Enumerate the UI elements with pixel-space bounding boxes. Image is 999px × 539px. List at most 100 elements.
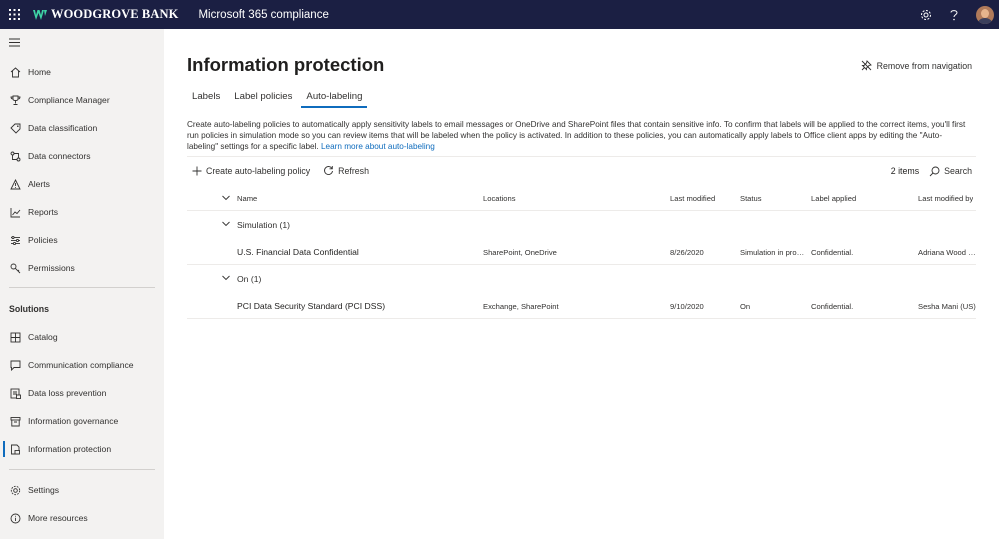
nav-label: Information governance [28, 416, 119, 426]
nav-label: Compliance Manager [28, 95, 110, 105]
solutions-heading: Solutions [9, 304, 50, 314]
table-row[interactable]: PCI Data Security Standard (PCI DSS) Exc… [187, 293, 976, 319]
help-icon[interactable] [940, 0, 968, 29]
nav-item-home[interactable]: Home [0, 59, 164, 85]
column-header-last-modified[interactable]: Last modified [670, 194, 715, 203]
alert-icon [8, 177, 22, 191]
brand-logo[interactable]: WOODGROVE BANK [33, 7, 178, 22]
nav-label: Catalog [28, 332, 58, 342]
chevron-down-icon[interactable] [222, 275, 230, 281]
nav-label: More resources [28, 513, 88, 523]
info-icon [8, 511, 22, 525]
column-header-label-applied[interactable]: Label applied [811, 194, 856, 203]
policy-last-modified: 9/10/2020 [670, 302, 704, 311]
nav-label: Alerts [28, 179, 50, 189]
group-title: Simulation (1) [237, 220, 291, 230]
app-launcher-icon[interactable] [1, 0, 27, 29]
unpin-icon [861, 60, 877, 71]
policy-name[interactable]: PCI Data Security Standard (PCI DSS) [237, 301, 467, 311]
lock-doc-icon [8, 442, 22, 456]
policy-last-modified: 8/26/2020 [670, 248, 704, 257]
settings-gear-icon[interactable] [912, 0, 940, 29]
left-navigation: Home Compliance Manager Data classificat… [0, 29, 164, 539]
nav-label: Data loss prevention [28, 388, 107, 398]
tab-labels[interactable]: Labels [187, 91, 225, 108]
group-title: On (1) [237, 274, 262, 284]
search-button[interactable]: Search [929, 166, 972, 177]
tab-label-policies[interactable]: Label policies [229, 91, 297, 108]
trophy-icon [8, 93, 22, 107]
nav-item-data-connectors[interactable]: Data connectors [0, 143, 164, 169]
policy-last-modified-by: Sesha Mani (US) [918, 302, 976, 311]
column-header-locations[interactable]: Locations [483, 194, 516, 203]
table-header: Name Locations Last modified Status Labe… [187, 186, 976, 211]
group-header-simulation[interactable]: Simulation (1) [187, 211, 976, 239]
policies-icon [8, 233, 22, 247]
column-header-last-modified-by[interactable]: Last modified by [918, 194, 973, 203]
brand-name: WOODGROVE BANK [51, 7, 179, 21]
refresh-button[interactable]: Refresh [318, 165, 369, 176]
key-icon [8, 261, 22, 275]
connector-icon [8, 149, 22, 163]
nav-item-catalog[interactable]: Catalog [0, 324, 164, 350]
catalog-icon [8, 330, 22, 344]
page-description: Create auto-labeling policies to automat… [187, 119, 972, 152]
nav-item-alerts[interactable]: Alerts [0, 171, 164, 197]
nav-item-communication-compliance[interactable]: Communication compliance [0, 352, 164, 378]
policy-last-modified-by: Adriana Wood (... [918, 248, 976, 257]
policy-locations: SharePoint, OneDrive [483, 248, 557, 257]
nav-label: Permissions [28, 263, 75, 273]
nav-item-information-governance[interactable]: Information governance [0, 408, 164, 434]
tab-list: Labels Label policies Auto-labeling [187, 91, 371, 108]
nav-label: Reports [28, 207, 59, 217]
nav-item-compliance-manager[interactable]: Compliance Manager [0, 87, 164, 113]
nav-item-reports[interactable]: Reports [0, 199, 164, 225]
nav-item-permissions[interactable]: Permissions [0, 255, 164, 281]
hamburger-menu-icon[interactable] [9, 38, 20, 47]
chevron-down-icon[interactable] [222, 221, 230, 227]
nav-label: Information protection [28, 444, 112, 454]
nav-item-data-loss-prevention[interactable]: Data loss prevention [0, 380, 164, 406]
page-title: Information protection [187, 54, 385, 75]
policy-status: On [740, 302, 751, 311]
nav-item-settings[interactable]: Settings [0, 477, 164, 503]
command-bar: Create auto-labeling policy Refresh 2 it… [187, 156, 976, 184]
home-icon [8, 65, 22, 79]
nav-label: Home [28, 67, 51, 77]
nav-label: Data connectors [28, 151, 91, 161]
learn-more-link[interactable]: Learn more about auto-labeling [321, 142, 435, 151]
policies-table: Name Locations Last modified Status Labe… [187, 186, 976, 319]
group-header-on[interactable]: On (1) [187, 265, 976, 293]
policy-name[interactable]: U.S. Financial Data Confidential [237, 247, 467, 257]
nav-item-information-protection[interactable]: Information protection [0, 436, 164, 462]
policy-label-applied: Confidential. [811, 302, 854, 311]
nav-label: Settings [28, 485, 60, 495]
app-title[interactable]: Microsoft 365 compliance [198, 9, 328, 21]
column-header-status[interactable]: Status [740, 194, 762, 203]
description-text: Create auto-labeling policies to automat… [187, 120, 966, 151]
nav-item-data-classification[interactable]: Data classification [0, 115, 164, 141]
create-policy-label: Create auto-labeling policy [206, 165, 311, 176]
remove-from-navigation-label: Remove from navigation [876, 60, 972, 71]
remove-from-navigation-button[interactable]: Remove from navigation [861, 60, 972, 71]
user-avatar[interactable] [976, 5, 994, 24]
policy-status: Simulation in progr... [740, 248, 808, 257]
policy-label-applied: Confidential. [811, 248, 854, 257]
dlp-icon [8, 386, 22, 400]
nav-label: Data classification [28, 123, 98, 133]
collapse-all-chevron-icon[interactable] [222, 195, 230, 201]
nav-item-more-resources[interactable]: More resources [0, 505, 164, 531]
search-label: Search [944, 166, 972, 176]
main-content: Information protection Remove from navig… [164, 29, 999, 539]
column-header-name[interactable]: Name [237, 194, 257, 203]
chat-icon [8, 358, 22, 372]
table-row[interactable]: U.S. Financial Data Confidential SharePo… [187, 239, 976, 265]
search-icon [929, 166, 944, 177]
woodgrove-logo-icon [33, 9, 47, 20]
policy-locations: Exchange, SharePoint [483, 302, 559, 311]
nav-item-policies[interactable]: Policies [0, 227, 164, 253]
nav-divider [9, 469, 155, 470]
refresh-icon [318, 165, 338, 176]
create-policy-button[interactable]: Create auto-labeling policy [187, 166, 310, 176]
tab-auto-labeling[interactable]: Auto-labeling [301, 91, 368, 108]
